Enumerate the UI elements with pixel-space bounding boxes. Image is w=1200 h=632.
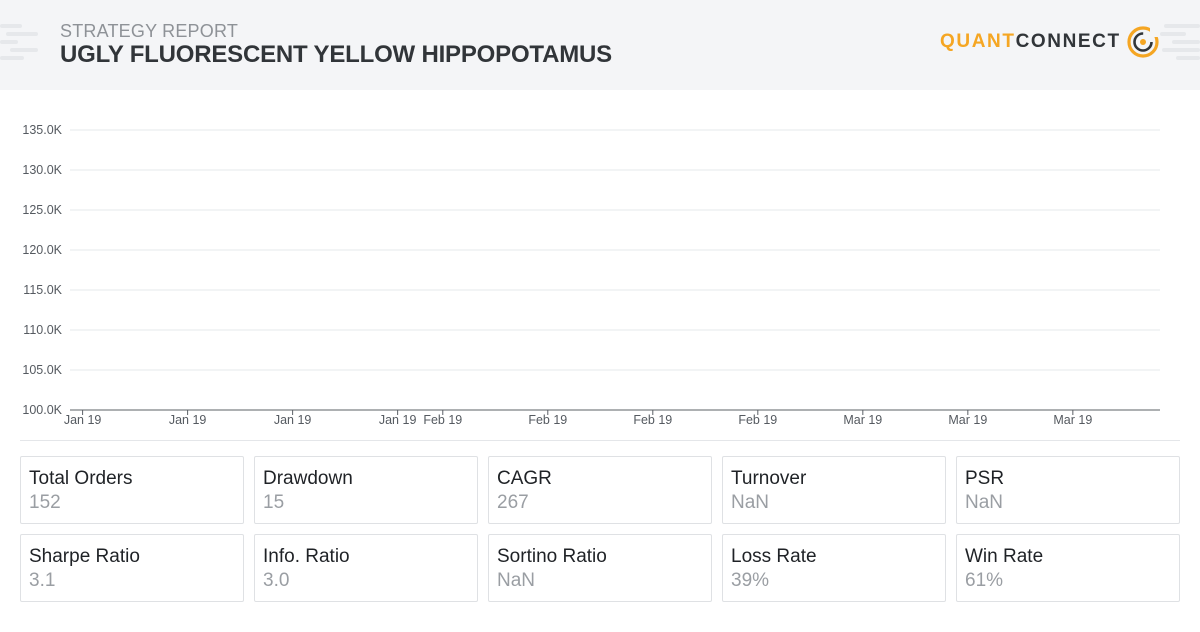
stat-card-win-rate: Win Rate 61% bbox=[956, 534, 1180, 602]
x-tick-label: Feb 19 bbox=[528, 413, 567, 427]
y-tick-label: 125.0K bbox=[22, 203, 62, 217]
x-tick-label: Jan 19 bbox=[274, 413, 312, 427]
report-header: STRATEGY REPORT UGLY FLUORESCENT YELLOW … bbox=[0, 0, 1200, 90]
stat-card-psr: PSR NaN bbox=[956, 456, 1180, 524]
y-tick-label: 105.0K bbox=[22, 363, 62, 377]
stat-card-cagr: CAGR 267 bbox=[488, 456, 712, 524]
y-tick-label: 135.0K bbox=[22, 123, 62, 137]
x-tick-label: Feb 19 bbox=[423, 413, 462, 427]
x-tick-label: Feb 19 bbox=[738, 413, 777, 427]
stat-value: NaN bbox=[965, 492, 1004, 513]
stat-card-sharpe-ratio: Sharpe Ratio 3.1 bbox=[20, 534, 244, 602]
section-divider bbox=[20, 440, 1180, 441]
stat-card-sortino-ratio: Sortino Ratio NaN bbox=[488, 534, 712, 602]
stat-value: 3.0 bbox=[263, 570, 290, 591]
stat-value: 15 bbox=[263, 492, 285, 513]
x-tick-label: Mar 19 bbox=[948, 413, 987, 427]
stat-value: 3.1 bbox=[29, 570, 56, 591]
x-tick-label: Jan 19 bbox=[169, 413, 207, 427]
stat-card-loss-rate: Loss Rate 39% bbox=[722, 534, 946, 602]
x-tick-label: Jan 19 bbox=[379, 413, 417, 427]
x-tick-label: Feb 19 bbox=[633, 413, 672, 427]
stat-label: Sortino Ratio bbox=[497, 546, 607, 567]
x-tick-label: Jan 19 bbox=[64, 413, 102, 427]
stat-card-drawdown: Drawdown 15 bbox=[254, 456, 478, 524]
logo-text-quant: QUANT bbox=[940, 31, 1016, 52]
stat-card-turnover: Turnover NaN bbox=[722, 456, 946, 524]
y-tick-label: 130.0K bbox=[22, 163, 62, 177]
y-tick-label: 120.0K bbox=[22, 243, 62, 257]
x-tick-label: Mar 19 bbox=[1053, 413, 1092, 427]
quantconnect-logo: QUANT CONNECT bbox=[940, 24, 1161, 60]
stat-value: 39% bbox=[731, 570, 770, 591]
y-tick-label: 100.0K bbox=[22, 403, 62, 417]
equity-chart-svg: 100.0K 105.0K 110.0K 115.0K 120.0K 125.0K 130.… bbox=[22, 123, 1160, 427]
y-tick-label: 115.0K bbox=[23, 283, 62, 297]
stat-value: NaN bbox=[497, 570, 536, 591]
stat-label: Sharpe Ratio bbox=[29, 546, 140, 567]
stat-label: Loss Rate bbox=[731, 546, 817, 567]
stat-label: Drawdown bbox=[263, 468, 353, 489]
logo-text-connect: CONNECT bbox=[1015, 31, 1121, 52]
stat-label: Win Rate bbox=[965, 546, 1044, 567]
statistics-grid: Total Orders 152 Drawdown 15 CAGR 267 Turnover… bbox=[20, 456, 1180, 602]
stat-label: Total Orders bbox=[29, 468, 133, 489]
stat-label: CAGR bbox=[497, 468, 552, 489]
stat-value: 61% bbox=[965, 570, 1004, 591]
stat-label: Turnover bbox=[731, 468, 807, 489]
stat-card-info-ratio: Info. Ratio 3.0 bbox=[254, 534, 478, 602]
y-tick-label: 110.0K bbox=[23, 323, 62, 337]
report-title: UGLY FLUORESCENT YELLOW HIPPOPOTAMUS bbox=[60, 41, 612, 68]
report-label: STRATEGY REPORT bbox=[60, 21, 239, 41]
equity-chart: 100.0K 105.0K 110.0K 115.0K 120.0K 125.0K 130.… bbox=[0, 90, 1200, 440]
stat-label: Info. Ratio bbox=[263, 546, 350, 567]
stat-value: NaN bbox=[731, 492, 770, 513]
x-tick-label: Mar 19 bbox=[843, 413, 882, 427]
stat-value: 152 bbox=[29, 492, 61, 513]
stat-card-total-orders: Total Orders 152 bbox=[20, 456, 244, 524]
quantconnect-logo-icon bbox=[1127, 26, 1159, 58]
stat-value: 267 bbox=[497, 492, 529, 513]
stat-label: PSR bbox=[965, 468, 1005, 489]
